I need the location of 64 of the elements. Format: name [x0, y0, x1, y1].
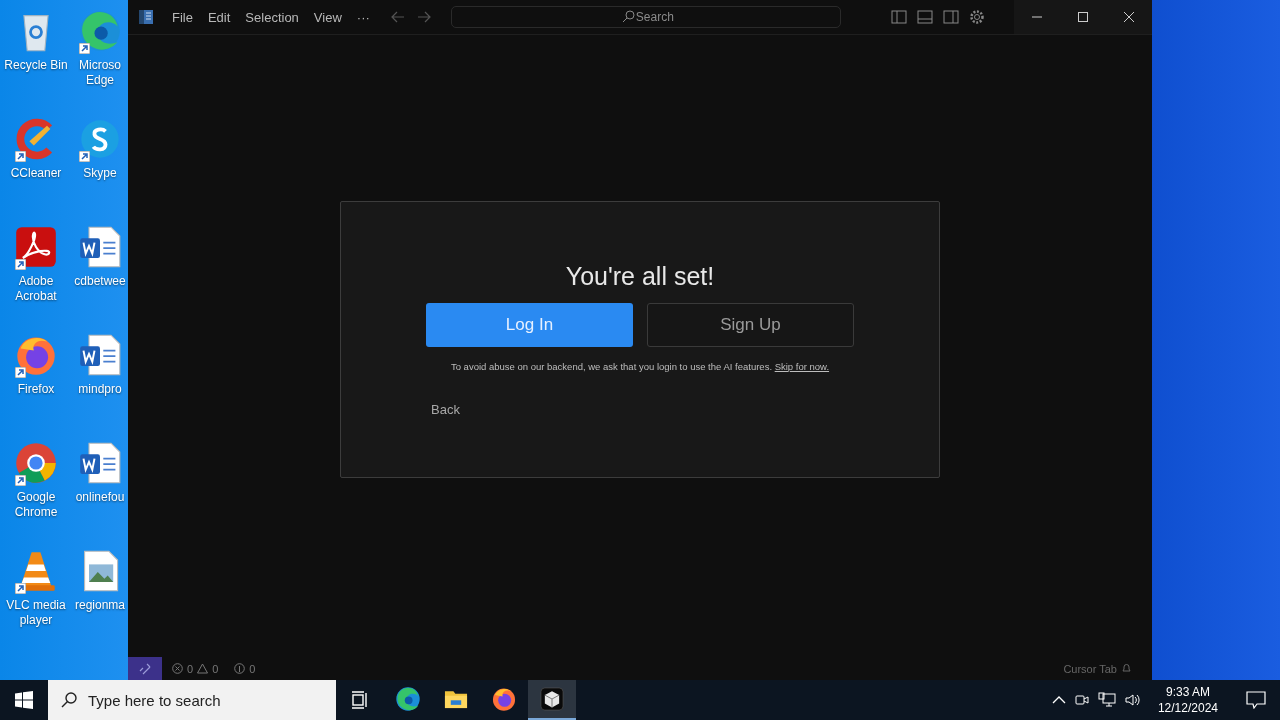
ports-count: 0: [249, 662, 256, 675]
forward-arrow-icon[interactable]: [416, 11, 431, 23]
search-icon: [621, 10, 635, 23]
login-button[interactable]: Log In: [426, 303, 633, 347]
cube-icon: [539, 686, 565, 712]
back-link[interactable]: Back: [427, 402, 464, 417]
skip-link[interactable]: Skip for now.: [774, 361, 830, 372]
search-field[interactable]: Search: [450, 6, 841, 28]
menu-item[interactable]: File: [166, 5, 199, 29]
error-icon: [172, 663, 183, 674]
document-icon: [78, 333, 122, 377]
document-icon: [78, 225, 122, 269]
menu-item[interactable]: Edit: [201, 5, 237, 29]
acrobat-icon: [14, 225, 58, 269]
notification-icon[interactable]: [1246, 691, 1266, 709]
remote-icon: [139, 662, 151, 675]
desktop-icon[interactable]: Google Chrome: [0, 438, 72, 546]
desktop-icon[interactable]: Firefox: [0, 330, 72, 438]
maximize-icon: [1077, 11, 1089, 23]
taskbar-app[interactable]: [528, 680, 576, 720]
desktop-icon[interactable]: CCleaner: [0, 114, 72, 222]
task-view-icon: [350, 690, 370, 710]
back-arrow-icon[interactable]: [390, 11, 405, 23]
desktop-icon[interactable]: Skype: [72, 114, 128, 222]
warning-count: 0: [212, 662, 219, 675]
skype-icon: [78, 117, 122, 161]
taskbar-search-field[interactable]: Type here to search: [48, 680, 336, 720]
edge-icon: [78, 9, 122, 53]
desktop-icon[interactable]: VLC media player: [0, 546, 72, 654]
notice-text: To avoid abuse on our backend, we ask that you login to use the AI features. Skip for now.: [450, 361, 830, 372]
left-panel-icon[interactable]: [890, 10, 907, 24]
firefox-icon: [491, 686, 517, 712]
document-icon: [78, 441, 122, 485]
desktop-icon[interactable]: Microso Edge: [72, 6, 128, 114]
chrome-icon: [14, 441, 58, 485]
edge-icon: [395, 686, 421, 712]
signup-button[interactable]: Sign Up: [647, 303, 854, 347]
menu-item[interactable]: View: [307, 5, 348, 29]
close-icon: [1123, 11, 1135, 23]
desktop-icon[interactable]: Recycle Bin: [0, 6, 72, 114]
menu-item[interactable]: ···: [350, 5, 376, 29]
desktop-icon[interactable]: Adobe Acrobat: [0, 222, 72, 330]
right-panel-icon[interactable]: [942, 10, 959, 24]
dialog-title: You're all set!: [565, 262, 715, 291]
warning-icon: [197, 663, 209, 674]
menu-item[interactable]: Selection: [239, 5, 305, 29]
search-icon: [60, 691, 78, 709]
error-count: 0: [187, 662, 194, 675]
desktop-icon[interactable]: regionma: [72, 546, 128, 654]
desktop-icon[interactable]: cdbetwee: [72, 222, 128, 330]
status-text[interactable]: Cursor Tab: [1063, 662, 1117, 675]
desktop-icon[interactable]: mindpro: [72, 330, 128, 438]
windows-logo-icon: [15, 691, 33, 709]
app-logo-icon: [138, 9, 154, 25]
camera-icon[interactable]: [1073, 692, 1090, 708]
bell-icon[interactable]: [1121, 663, 1132, 674]
network-icon[interactable]: [1097, 692, 1116, 708]
volume-icon[interactable]: [1123, 692, 1142, 708]
desktop-icon[interactable]: onlinefou: [72, 438, 128, 546]
chevron-up-icon[interactable]: [1051, 695, 1066, 705]
clock-time[interactable]: 9:33 AM: [1165, 684, 1210, 700]
settings-icon[interactable]: [968, 9, 985, 25]
bottom-panel-icon[interactable]: [916, 10, 933, 24]
clock-date[interactable]: 12/12/2024: [1157, 700, 1218, 716]
